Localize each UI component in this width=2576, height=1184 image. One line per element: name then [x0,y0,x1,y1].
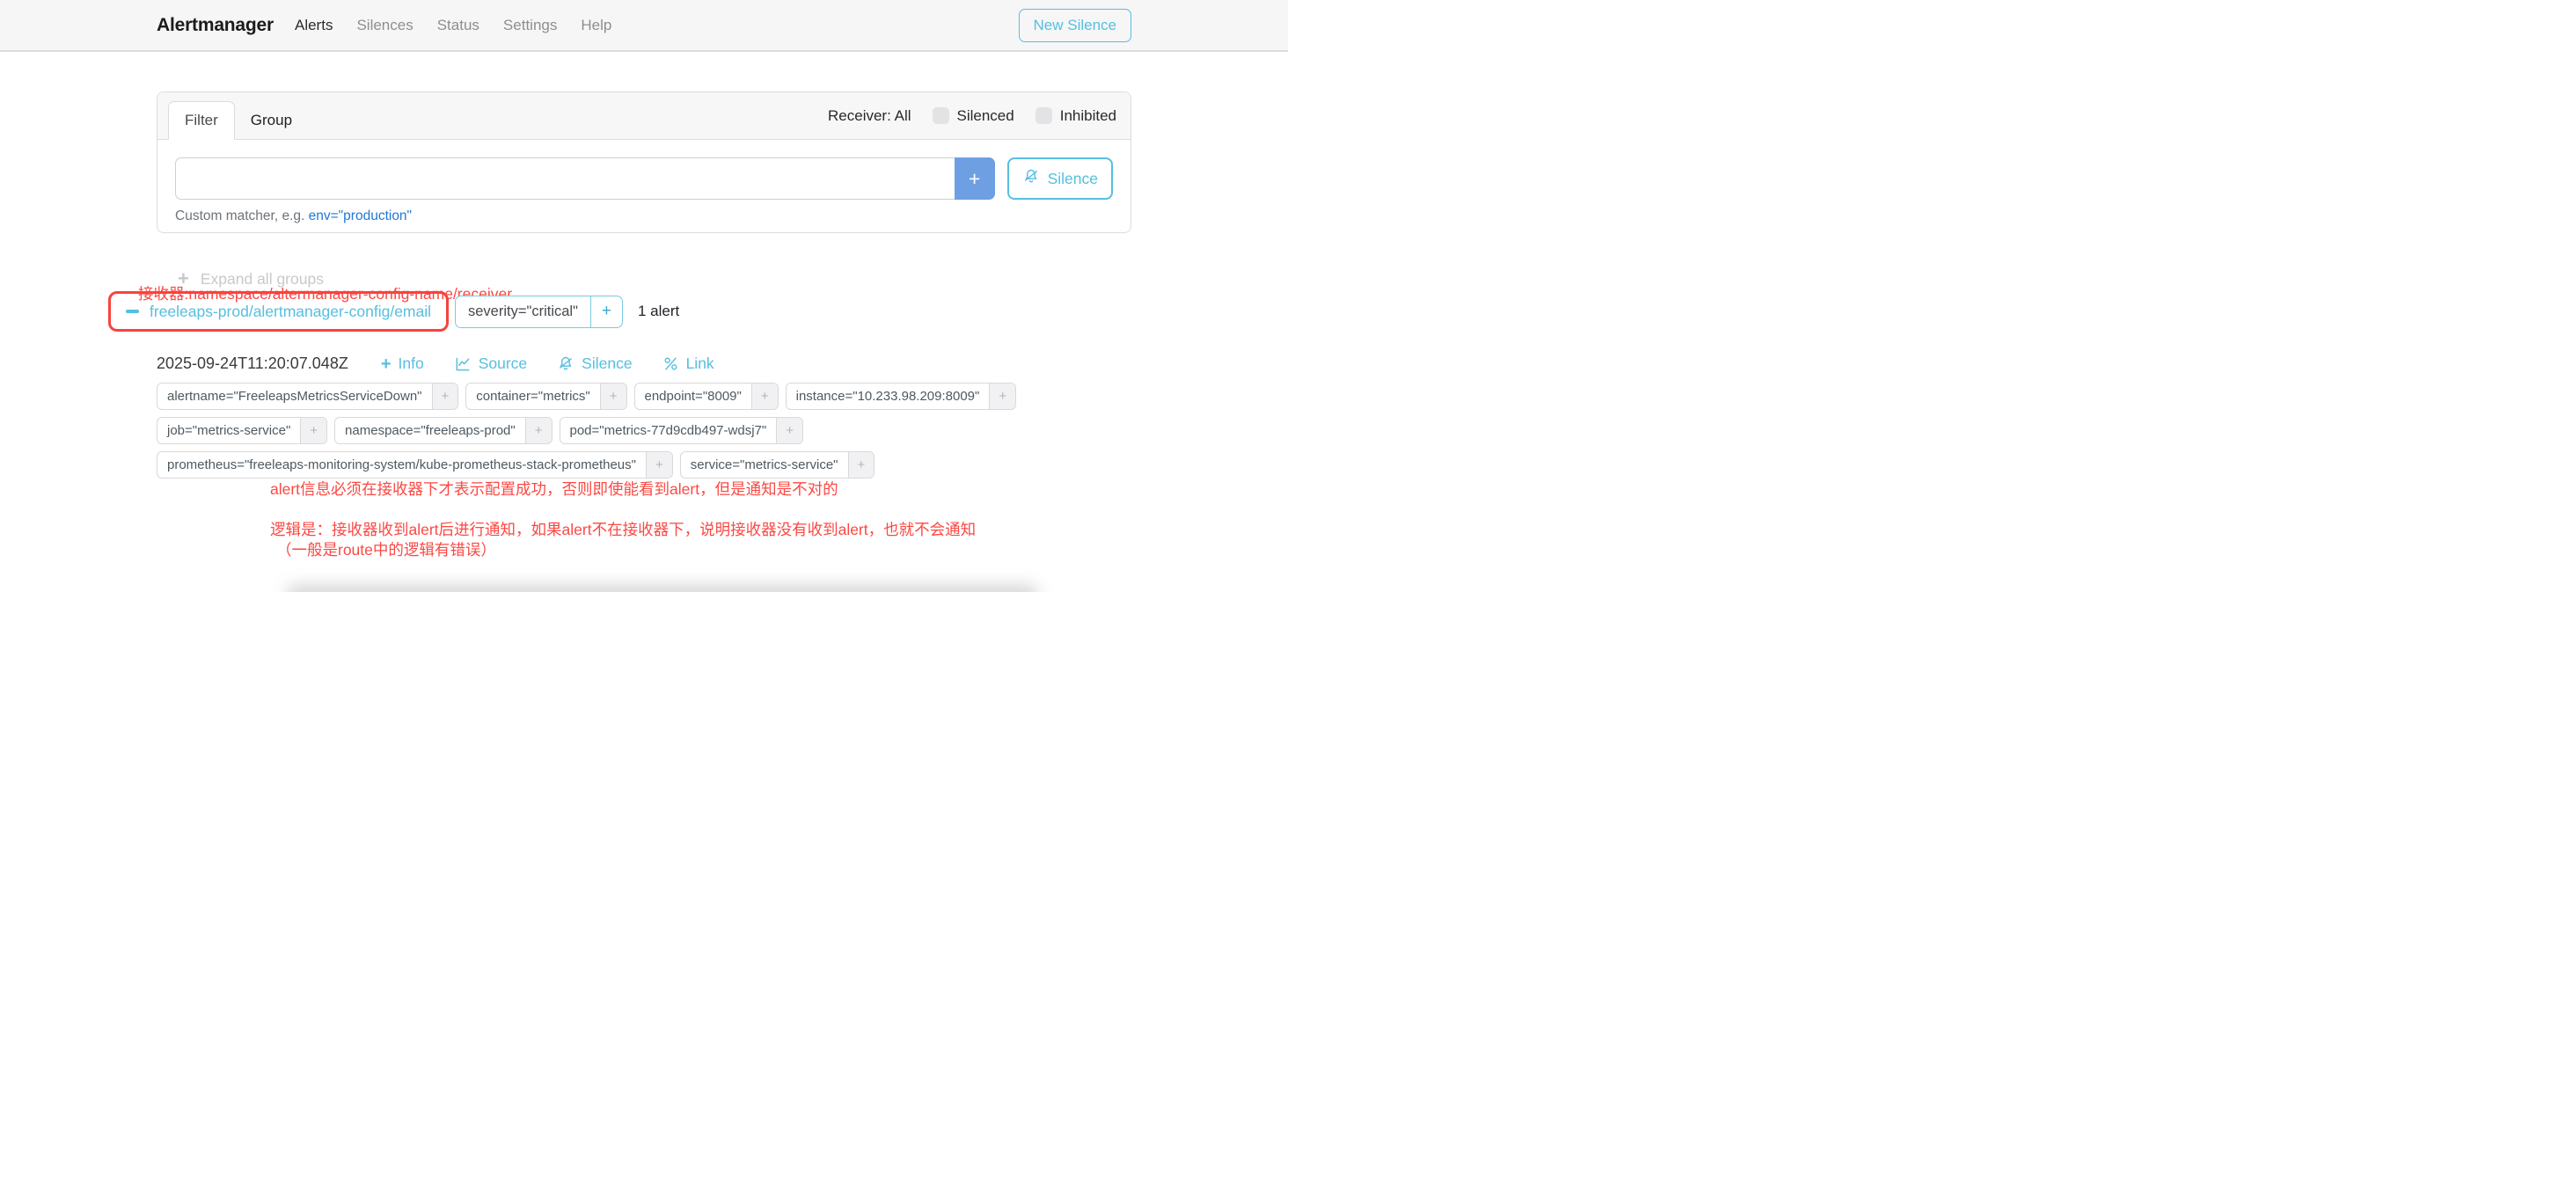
receiver-group-row: freeleaps-prod/alertmanager-config/email… [108,291,679,332]
plus-icon: + [381,355,392,373]
nav-item-settings[interactable]: Settings [503,17,557,34]
bell-slash-icon [557,355,574,373]
tag-text: alertname="FreeleapsMetricsServiceDown" [157,384,432,409]
tag-add-button[interactable]: + [646,452,672,478]
alert-action-silence[interactable]: Silence [557,354,632,373]
inhibited-checkbox[interactable] [1036,107,1052,124]
label-tag-container: container="metrics" + [465,383,626,410]
annotation-line1: alert信息必须在接收器下才表示配置成功，否则即使能看到alert，但是通知是… [270,478,838,500]
top-navbar: Alertmanager Alerts Silences Status Sett… [0,0,1288,52]
link-icon [662,355,679,372]
alert-action-source[interactable]: Source [454,354,527,373]
tag-add-button[interactable]: + [300,418,326,443]
alert-header-row: 2025-09-24T11:20:07.048Z + Info Source [157,354,714,373]
receiver-group-link[interactable]: freeleaps-prod/alertmanager-config/email [150,303,431,321]
matcher-input[interactable] [175,157,955,200]
inhibited-toggle[interactable]: Inhibited [1036,107,1116,125]
tag-text: prometheus="freeleaps-monitoring-system/… [157,452,646,478]
filter-panel-header: Filter Group Receiver: All Silenced Inhi… [157,92,1131,140]
tag-add-button[interactable]: + [600,384,626,409]
add-matcher-button[interactable]: + [955,157,995,200]
nav-item-alerts[interactable]: Alerts [295,17,333,34]
label-tag-namespace: namespace="freeleaps-prod" + [334,417,552,444]
matcher-help-text: Custom matcher, e.g. env="production" [175,208,1113,224]
label-tag-prometheus: prometheus="freeleaps-monitoring-system/… [157,451,673,479]
tag-add-button[interactable]: + [989,384,1015,409]
tag-text: service="metrics-service" [681,452,848,478]
label-tag-service: service="metrics-service" + [680,451,875,479]
nav-item-help[interactable]: Help [581,17,611,34]
app-brand[interactable]: Alertmanager [157,15,274,36]
label-tag-job: job="metrics-service" + [157,417,327,444]
tag-add-button[interactable]: + [751,384,778,409]
tag-text: container="metrics" [466,384,599,409]
navbar-inner: Alertmanager Alerts Silences Status Sett… [157,0,1131,50]
alertmanager-page: Alertmanager Alerts Silences Status Sett… [0,0,1288,592]
tag-text: pod="metrics-77d9cdb497-wdsj7" [560,418,777,443]
nav-item-status[interactable]: Status [437,17,479,34]
inhibited-label: Inhibited [1060,107,1116,125]
alert-label-tags: alertname="FreeleapsMetricsServiceDown" … [157,383,1072,479]
alert-action-info[interactable]: + Info [381,354,424,373]
filter-panel-body: + Silence Custom matcher, e.g. env="prod… [157,140,1131,232]
group-matcher-add-button[interactable]: + [590,296,622,327]
collapse-minus-icon[interactable] [126,310,139,313]
matcher-help-prefix: Custom matcher, e.g. [175,208,304,223]
bell-slash-icon [1022,168,1040,190]
tag-text: instance="10.233.98.209:8009" [787,384,990,409]
new-silence-button[interactable]: New Silence [1019,9,1132,42]
tab-group[interactable]: Group [235,102,308,139]
silenced-label: Silenced [957,107,1014,125]
tag-text: job="metrics-service" [157,418,300,443]
label-tag-instance: instance="10.233.98.209:8009" + [786,383,1017,410]
tag-add-button[interactable]: + [432,384,458,409]
matcher-input-group: + Silence [175,157,1113,200]
source-action-label: Source [479,354,527,373]
annotation-line3: （一般是route中的逻辑有错误） [276,538,496,560]
tag-text: endpoint="8009" [635,384,751,409]
info-action-label: Info [399,354,424,373]
tag-add-button[interactable]: + [525,418,552,443]
tag-add-button[interactable]: + [848,452,875,478]
window-bottom-shadow [286,585,1038,592]
silence-filter-button[interactable]: Silence [1007,157,1113,200]
nav-links: Alerts Silences Status Settings Help [295,17,611,34]
link-action-label: Link [686,354,714,373]
alert-action-link[interactable]: Link [662,354,714,373]
silenced-toggle[interactable]: Silenced [933,107,1014,125]
annotation-line2: 逻辑是：接收器收到alert后进行通知，如果alert不在接收器下，说明接收器没… [270,518,976,540]
nav-item-silences[interactable]: Silences [356,17,413,34]
annotation-highlight-box: freeleaps-prod/alertmanager-config/email [108,291,449,332]
chart-icon [454,355,472,373]
silence-filter-label: Silence [1048,170,1098,188]
tag-add-button[interactable]: + [776,418,802,443]
label-tag-endpoint: endpoint="8009" + [634,383,779,410]
label-tag-alertname: alertname="FreeleapsMetricsServiceDown" … [157,383,458,410]
tab-filter[interactable]: Filter [168,101,235,140]
label-tag-pod: pod="metrics-77d9cdb497-wdsj7" + [560,417,803,444]
filter-panel: Filter Group Receiver: All Silenced Inhi… [157,91,1131,233]
alert-groups-section: + Expand all groups 接收器:namespace/alterm… [157,233,1131,578]
group-matcher-label[interactable]: severity="critical" [456,296,590,327]
group-matcher-chip: severity="critical" + [455,296,623,328]
filter-header-controls: Receiver: All Silenced Inhibited [828,107,1116,125]
alert-timestamp: 2025-09-24T11:20:07.048Z [157,354,348,373]
tag-text: namespace="freeleaps-prod" [335,418,525,443]
silence-action-label: Silence [582,354,632,373]
receiver-filter-label[interactable]: Receiver: All [828,107,911,125]
matcher-example-link[interactable]: env="production" [309,208,412,223]
silenced-checkbox[interactable] [933,107,949,124]
alert-count: 1 alert [638,303,679,320]
